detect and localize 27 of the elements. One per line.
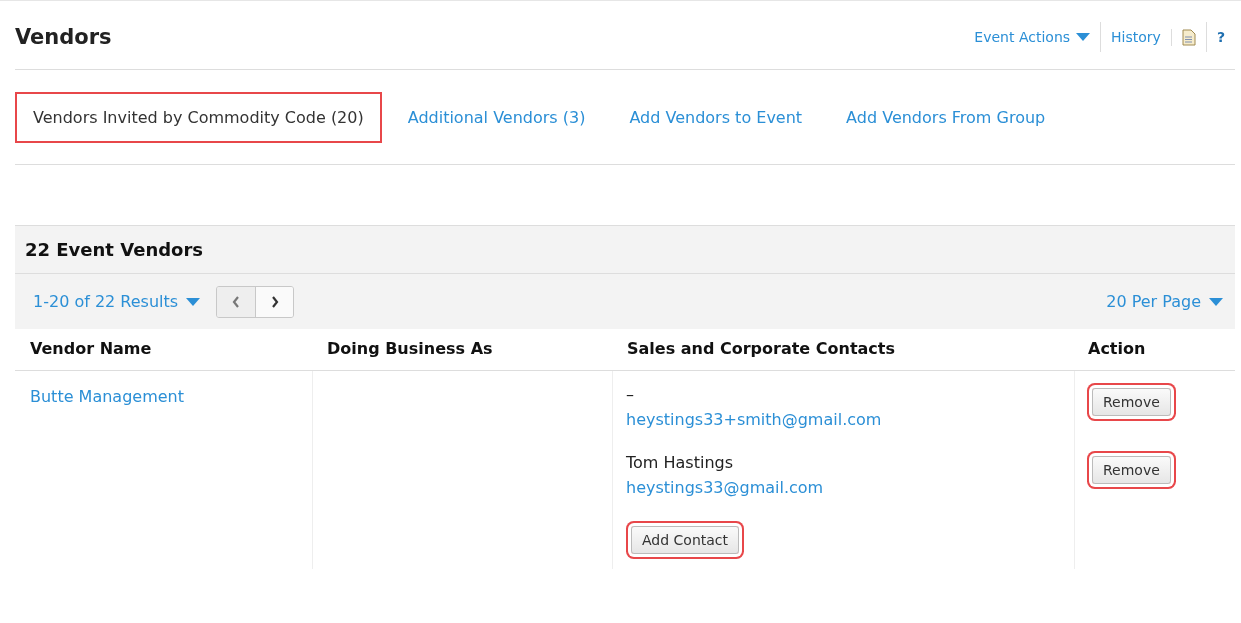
tab[interactable]: Vendors Invited by Commodity Code (20) bbox=[15, 91, 382, 143]
chevron-right-icon bbox=[270, 295, 279, 308]
email-link[interactable]: heystings33+smith@gmail.com bbox=[626, 410, 1060, 429]
event-actions-menu[interactable]: Event Actions bbox=[974, 22, 1071, 52]
per-page-dropdown[interactable]: 20 Per Page bbox=[1106, 292, 1223, 311]
email-link[interactable]: heystings33@gmail.com bbox=[626, 478, 1060, 497]
caret-icon bbox=[186, 297, 201, 306]
results-dropdown[interactable]: 1-20 of 22 Results bbox=[33, 292, 201, 311]
contact-name: – bbox=[626, 385, 635, 404]
caret-icon bbox=[1209, 297, 1223, 306]
document-icon[interactable] bbox=[1181, 28, 1196, 46]
tab[interactable]: Additional Vendors (3) bbox=[389, 91, 604, 143]
chevron-left-icon bbox=[232, 295, 241, 308]
column-header: Doing Business As bbox=[312, 329, 612, 371]
next-page-button[interactable] bbox=[255, 286, 294, 317]
contact-name: Tom Hastings bbox=[626, 453, 735, 472]
caret-icon bbox=[1076, 33, 1091, 41]
column-header: Vendor Name bbox=[15, 329, 312, 371]
tab[interactable]: Add Vendors From Group bbox=[828, 91, 1064, 143]
tab[interactable]: Add Vendors to Event bbox=[611, 91, 821, 143]
history-link[interactable]: History bbox=[1111, 22, 1161, 52]
section-title: 22 Event Vendors bbox=[15, 226, 1235, 274]
vendor-link[interactable]: Butte Management bbox=[30, 387, 184, 406]
help-link[interactable]: ? bbox=[1216, 22, 1225, 52]
page-title: Vendors bbox=[15, 25, 112, 49]
column-header: Sales and Corporate Contacts bbox=[612, 329, 1073, 371]
column-header: Action bbox=[1073, 329, 1235, 371]
